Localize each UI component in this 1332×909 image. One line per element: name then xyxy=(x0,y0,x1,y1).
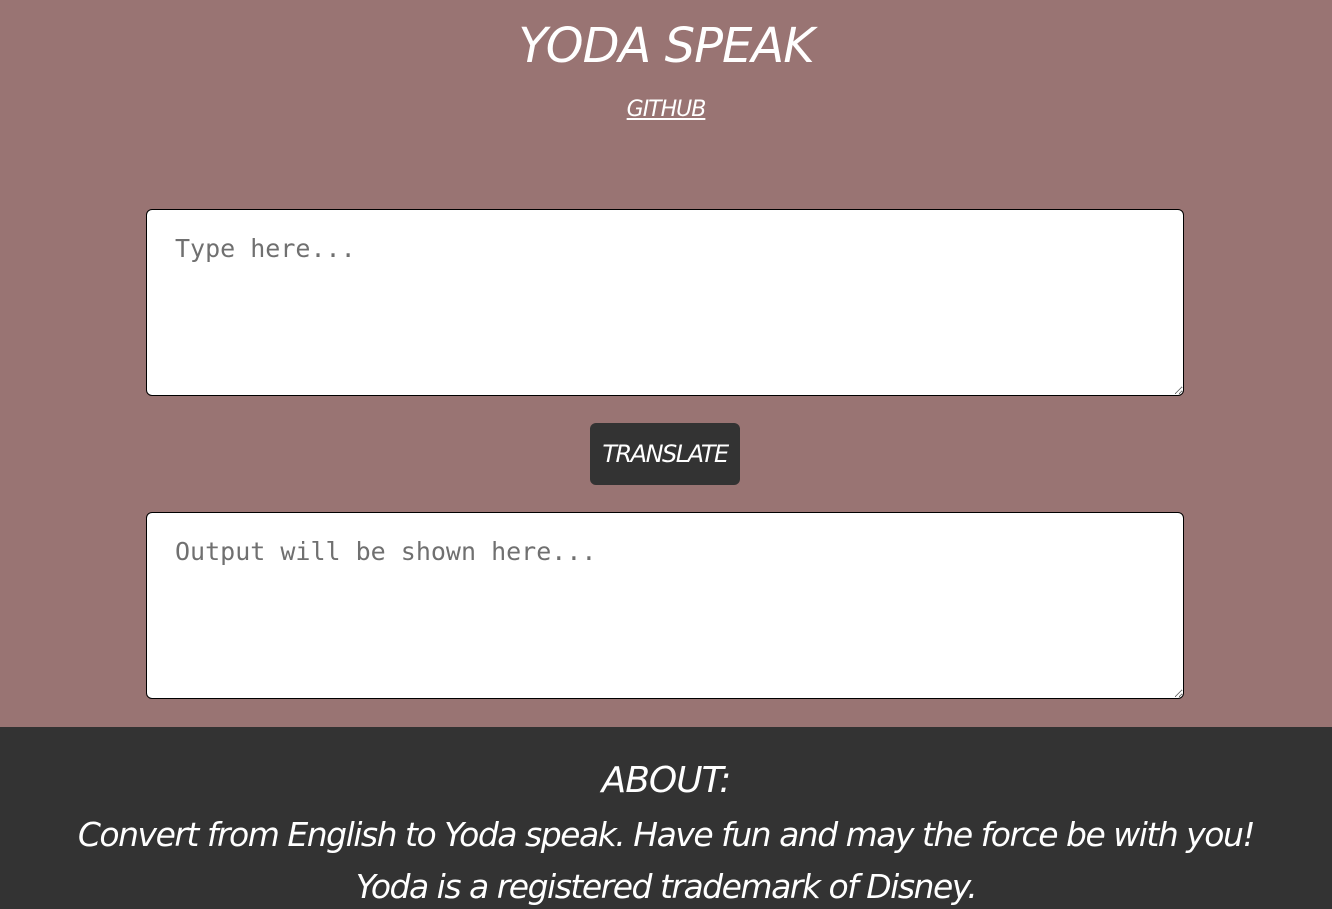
about-heading: ABOUT: xyxy=(601,760,732,801)
output-textarea[interactable] xyxy=(146,512,1184,699)
page-title: YODA SPEAK xyxy=(518,18,814,74)
about-text: Convert from English to Yoda speak. Have… xyxy=(77,815,1256,906)
input-textarea[interactable] xyxy=(146,209,1184,396)
translate-button[interactable]: TRANSLATE xyxy=(590,423,740,485)
github-link[interactable]: GITHUB xyxy=(0,94,1332,126)
about-footer: ABOUT: Convert from English to Yoda spea… xyxy=(0,727,1332,909)
